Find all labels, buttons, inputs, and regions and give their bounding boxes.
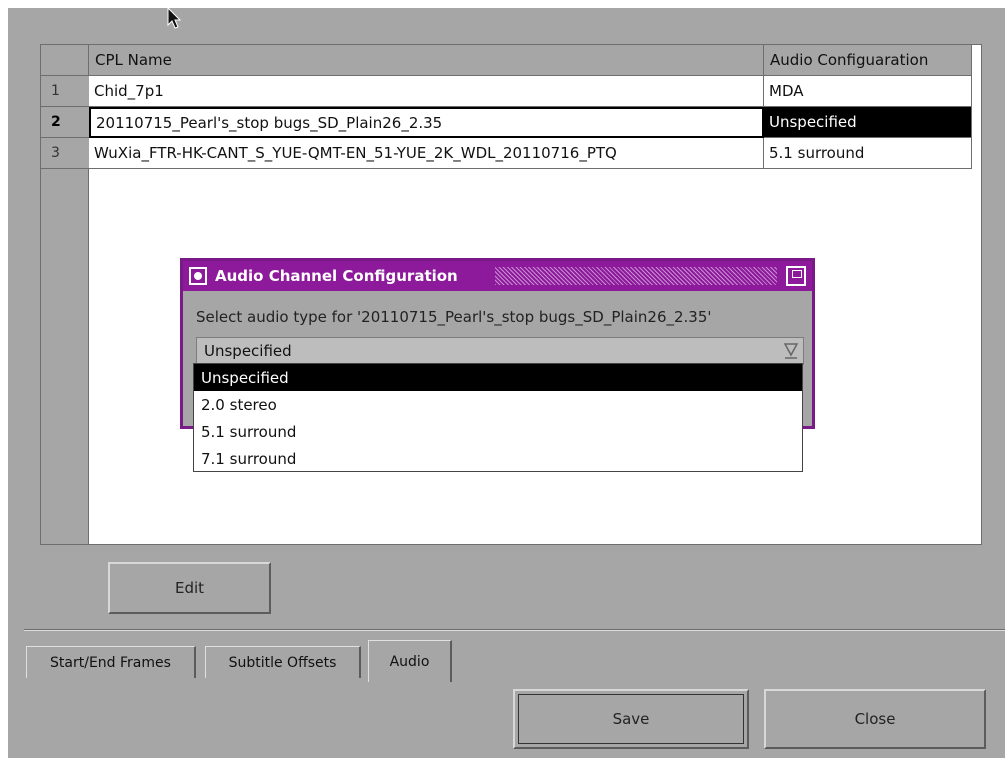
audio-type-select[interactable]: Unspecified bbox=[196, 337, 804, 365]
titlebar-pattern bbox=[495, 267, 777, 285]
option-2-0-stereo[interactable]: 2.0 stereo bbox=[194, 391, 802, 418]
dialog-prompt: Select audio type for '20110715_Pearl's_… bbox=[196, 308, 712, 326]
window-menu-icon[interactable] bbox=[189, 267, 207, 285]
row-number: 2 bbox=[41, 107, 89, 138]
row-number: 1 bbox=[41, 76, 89, 107]
option-7-1-surround[interactable]: 7.1 surround bbox=[194, 445, 802, 472]
audio-type-selected-value: Unspecified bbox=[204, 342, 292, 360]
audio-type-options-list: Unspecified 2.0 stereo 5.1 surround 7.1 … bbox=[193, 363, 803, 472]
maximize-icon[interactable] bbox=[786, 266, 806, 286]
tab-audio[interactable]: Audio bbox=[368, 640, 452, 682]
dialog-title: Audio Channel Configuration bbox=[215, 267, 458, 285]
column-header-cpl-name[interactable]: CPL Name bbox=[89, 45, 764, 76]
option-5-1-surround[interactable]: 5.1 surround bbox=[194, 418, 802, 445]
table-row[interactable]: 3 WuXia_FTR-HK-CANT_S_YUE-QMT-EN_51-YUE_… bbox=[41, 138, 972, 169]
save-button[interactable]: Save bbox=[513, 689, 749, 749]
table-row[interactable]: 1 Chid_7p1 MDA bbox=[41, 76, 972, 107]
edit-button[interactable]: Edit bbox=[108, 562, 271, 614]
dropdown-arrow-icon[interactable] bbox=[783, 341, 799, 361]
cpl-name-cell[interactable]: WuXia_FTR-HK-CANT_S_YUE-QMT-EN_51-YUE_2K… bbox=[89, 138, 764, 169]
audio-config-cell[interactable]: 5.1 surround bbox=[764, 138, 972, 169]
option-unspecified[interactable]: Unspecified bbox=[194, 364, 802, 391]
audio-config-cell[interactable]: Unspecified bbox=[764, 107, 972, 138]
audio-config-cell[interactable]: MDA bbox=[764, 76, 972, 107]
row-number: 3 bbox=[41, 138, 89, 169]
tab-subtitle-offsets[interactable]: Subtitle Offsets bbox=[205, 646, 361, 678]
column-header-audio-configuration[interactable]: Audio Configuaration bbox=[764, 45, 972, 76]
tab-start-end-frames[interactable]: Start/End Frames bbox=[26, 646, 196, 678]
tab-divider-highlight bbox=[24, 630, 1005, 631]
cpl-name-cell[interactable]: 20110715_Pearl's_stop bugs_SD_Plain26_2.… bbox=[89, 107, 764, 138]
table-row[interactable]: 2 20110715_Pearl's_stop bugs_SD_Plain26_… bbox=[41, 107, 972, 138]
mouse-cursor-icon bbox=[167, 7, 182, 29]
table-corner bbox=[41, 45, 89, 76]
dialog-titlebar[interactable]: Audio Channel Configuration bbox=[183, 261, 812, 291]
close-button[interactable]: Close bbox=[764, 689, 986, 749]
cpl-name-cell[interactable]: Chid_7p1 bbox=[89, 76, 764, 107]
